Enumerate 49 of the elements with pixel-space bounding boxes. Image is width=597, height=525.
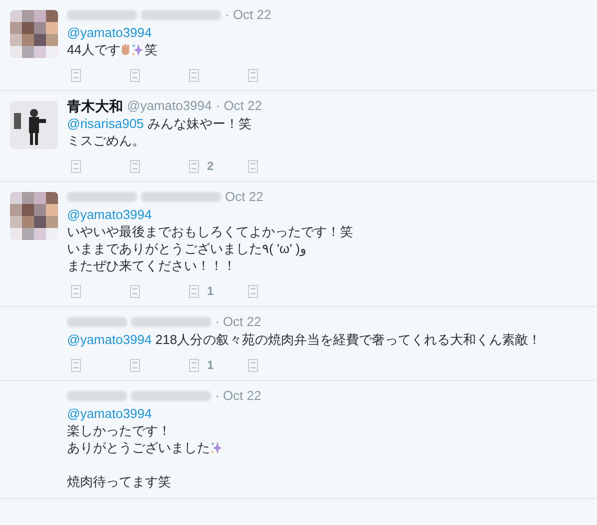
tweet-text: 44人です — [67, 42, 120, 57]
like-broken-image-icon[interactable] — [189, 358, 199, 372]
mention-link[interactable]: @yamato3994 — [67, 207, 152, 222]
user-name[interactable]: 青木大和 — [67, 96, 123, 116]
hand-icon — [120, 43, 132, 56]
blurred-name — [67, 317, 127, 327]
reply-broken-image-icon[interactable] — [71, 160, 81, 172]
tweet-date[interactable]: Oct 22 — [225, 187, 264, 207]
tweet-text: 笑 — [144, 42, 158, 57]
tweet-date[interactable]: · Oct 22 — [216, 96, 262, 116]
tweet-text: ありがとうございました — [67, 440, 210, 455]
like-broken-image-icon[interactable] — [189, 284, 199, 298]
like-broken-image-icon[interactable] — [189, 160, 199, 172]
more-broken-image-icon[interactable] — [248, 284, 258, 298]
retweet-broken-image-icon[interactable] — [130, 68, 140, 82]
user-handle[interactable]: @yamato3994 — [127, 96, 212, 116]
sparkles-icon — [131, 43, 144, 56]
more-broken-image-icon[interactable] — [248, 358, 258, 372]
tweet-text: いやいや最後までおもしろくてよかったです！笑 — [67, 224, 353, 239]
blurred-name — [67, 10, 137, 20]
reply-broken-image-icon[interactable] — [71, 358, 81, 372]
mention-link[interactable]: @risarisa905 — [67, 116, 144, 131]
retweet-broken-image-icon[interactable] — [130, 284, 140, 298]
action-count: 1 — [207, 283, 214, 300]
tweet-text: 楽しかったです！ — [67, 423, 171, 438]
tweet-date[interactable]: · Oct 22 — [225, 5, 272, 25]
more-broken-image-icon[interactable] — [248, 68, 258, 82]
blurred-name — [67, 391, 127, 401]
tweet-text: 焼肉待ってます笑 — [67, 474, 171, 489]
reply-broken-image-icon[interactable] — [71, 68, 81, 82]
tweet-text: ミスごめん。 — [67, 133, 145, 148]
like-broken-image-icon[interactable] — [189, 68, 199, 82]
tweet-text: いままでありがとうございました٩( 'ω' )و — [67, 241, 306, 256]
mention-link[interactable]: @yamato3994 — [67, 332, 152, 347]
reply-broken-image-icon[interactable] — [71, 284, 81, 298]
action-count: 2 — [207, 158, 214, 175]
action-count: 1 — [207, 357, 214, 374]
tweet-text: みんな妹やー！笑 — [146, 116, 252, 131]
blurred-name — [67, 192, 137, 202]
tweet-date[interactable]: · Oct 22 — [215, 386, 262, 406]
tweet-date[interactable]: · Oct 22 — [215, 312, 262, 332]
mention-link[interactable]: @yamato3994 — [67, 406, 152, 421]
mention-link[interactable]: @yamato3994 — [67, 25, 152, 40]
retweet-broken-image-icon[interactable] — [130, 358, 140, 372]
sparkles-icon — [210, 441, 223, 454]
more-broken-image-icon[interactable] — [248, 160, 258, 172]
tweet-text: またぜひ来てください！！！ — [67, 258, 236, 273]
retweet-broken-image-icon[interactable] — [130, 160, 140, 172]
tweet-text: 218人分の叙々苑の焼肉弁当を経費で奢ってくれる大和くん素敵！ — [154, 332, 542, 347]
